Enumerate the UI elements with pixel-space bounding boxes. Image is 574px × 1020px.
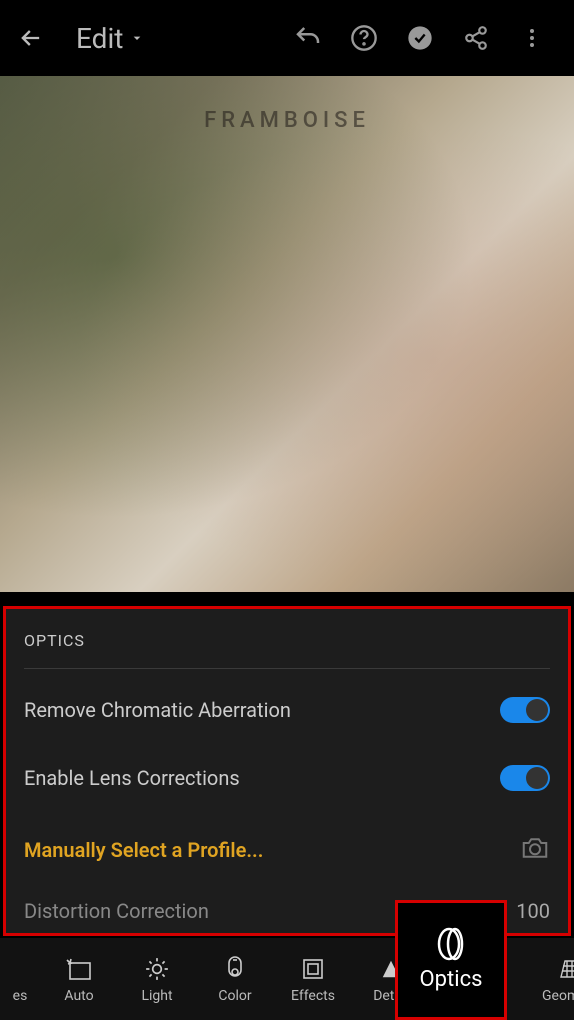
tab-label: es [13, 988, 28, 1004]
rca-label: Remove Chromatic Aberration [24, 698, 291, 722]
checkmark-button[interactable] [392, 10, 448, 66]
tab-optics-active[interactable]: Optics [395, 900, 507, 1020]
tab-auto[interactable]: Auto [40, 954, 118, 1004]
top-bar: Edit [0, 0, 574, 76]
panel-title: OPTICS [24, 631, 550, 650]
tab-light[interactable]: Light [118, 954, 196, 1004]
elc-toggle[interactable] [500, 765, 550, 791]
rca-toggle[interactable] [500, 697, 550, 723]
camera-icon [520, 833, 550, 867]
help-button[interactable] [336, 10, 392, 66]
elc-label: Enable Lens Corrections [24, 766, 240, 790]
tab-label: Geometry [542, 988, 574, 1004]
remove-chromatic-aberration-row: Remove Chromatic Aberration [24, 697, 550, 723]
tab-label: Effects [291, 988, 335, 1004]
share-button[interactable] [448, 10, 504, 66]
chevron-down-icon [129, 30, 145, 46]
back-button[interactable] [14, 21, 48, 55]
optics-label: Optics [420, 967, 483, 992]
light-icon [144, 954, 170, 984]
optics-panel: OPTICS Remove Chromatic Aberration Enabl… [3, 606, 571, 936]
color-icon [225, 954, 245, 984]
manual-profile-label: Manually Select a Profile... [24, 838, 263, 862]
more-button[interactable] [504, 10, 560, 66]
effects-icon [301, 954, 325, 984]
optics-icon [431, 929, 471, 959]
auto-icon [65, 954, 93, 984]
photo-preview[interactable] [0, 76, 574, 592]
tab-color[interactable]: Color [196, 954, 274, 1004]
divider [24, 668, 550, 669]
distortion-value: 100 [516, 899, 550, 923]
tab-effects[interactable]: Effects [274, 954, 352, 1004]
distortion-label: Distortion Correction [24, 899, 209, 923]
tab-label: Auto [64, 988, 93, 1004]
undo-button[interactable] [280, 10, 336, 66]
tab-label: Light [141, 988, 172, 1004]
tab-cut-left[interactable]: es [0, 954, 40, 1004]
enable-lens-corrections-row: Enable Lens Corrections [24, 765, 550, 791]
geometry-icon [559, 954, 574, 984]
tab-geometry[interactable]: Geometry [542, 954, 574, 1004]
edit-label: Edit [76, 22, 123, 55]
edit-dropdown[interactable]: Edit [76, 22, 145, 55]
manual-profile-row[interactable]: Manually Select a Profile... [24, 833, 550, 867]
tab-label: Color [218, 988, 251, 1004]
